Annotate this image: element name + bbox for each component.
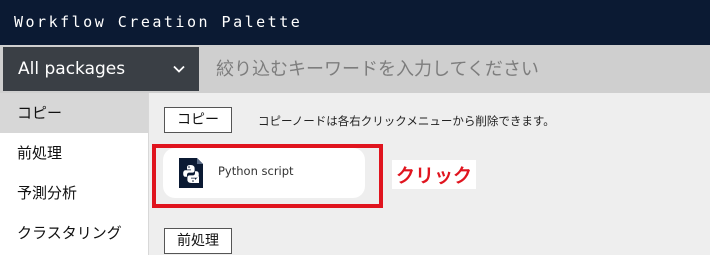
category-button-copy[interactable]: コピー <box>164 107 232 133</box>
sidebar-item-label: コピー <box>17 104 63 122</box>
sidebar-item-label: 予測分析 <box>17 184 78 202</box>
sidebar-item-preprocess[interactable]: 前処理 <box>0 133 148 173</box>
node-label: Python script <box>218 164 294 178</box>
python-script-node[interactable]: Python script <box>163 148 365 198</box>
sidebar-item-clustering[interactable]: クラスタリング <box>0 213 148 253</box>
toolbar: All packages <box>0 45 710 93</box>
sidebar-item-copy[interactable]: コピー <box>0 93 148 133</box>
package-select[interactable]: All packages <box>3 47 199 91</box>
sidebar-item-predictive-analysis[interactable]: 予測分析 <box>0 173 148 213</box>
search-input[interactable] <box>206 47 710 91</box>
python-icon <box>179 158 203 188</box>
package-select-label: All packages <box>18 59 126 79</box>
sidebar-item-label: 前処理 <box>17 144 63 162</box>
sidebar-item-label: クラスタリング <box>17 224 122 242</box>
click-annotation: クリック <box>392 160 477 189</box>
copy-note: コピーノードは各右クリックメニューから削除できます。 <box>258 114 555 128</box>
palette-title: Workflow Creation Palette <box>0 0 710 45</box>
category-button-preprocess[interactable]: 前処理 <box>164 228 232 254</box>
category-sidebar: コピー 前処理 予測分析 クラスタリング <box>0 93 149 255</box>
chevron-down-icon <box>173 65 185 73</box>
